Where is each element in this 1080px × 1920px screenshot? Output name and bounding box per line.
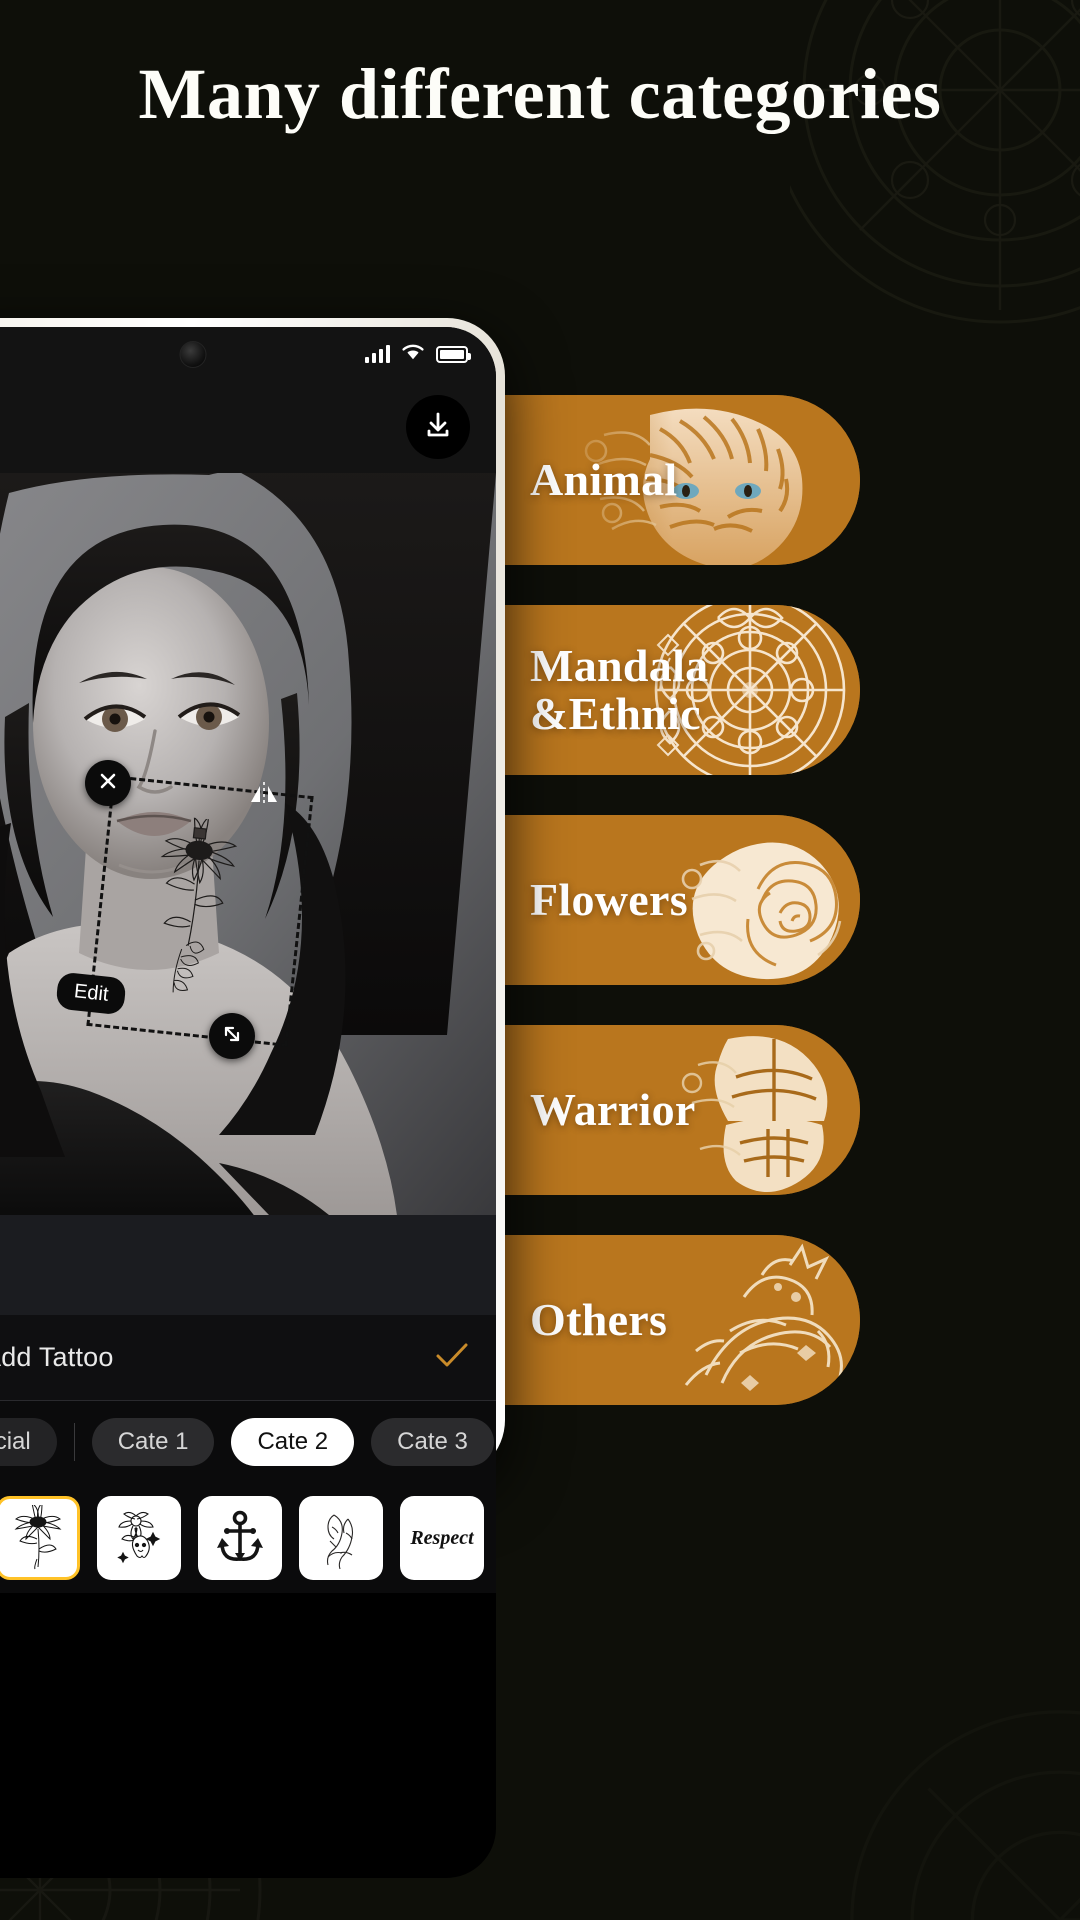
check-icon — [434, 1343, 470, 1374]
page-title: Many different categories — [138, 54, 942, 134]
signal-bars-icon — [365, 345, 390, 363]
chip-special[interactable]: Special — [0, 1418, 57, 1466]
thumb-text: Respect — [410, 1527, 474, 1549]
status-bar: 7:30 — [0, 327, 496, 381]
chip-cate-3[interactable]: Cate 3 — [371, 1418, 494, 1466]
download-icon — [422, 409, 454, 446]
status-bar-icons — [365, 343, 471, 366]
phone-mockup: 7:30 — [0, 318, 505, 1878]
edit-tattoo-button[interactable]: Edit — [55, 971, 128, 1016]
confirm-button[interactable] — [434, 1340, 470, 1375]
tattoo-thumbnail-row[interactable]: Respect Never Forget. — [0, 1483, 496, 1593]
category-label: Animal — [530, 453, 678, 505]
add-tattoo-label: Add Tattoo — [0, 1342, 114, 1372]
resize-diagonal-icon — [220, 1022, 244, 1051]
promo-screenshot: Many different categories Animal Mandala… — [0, 0, 1080, 1920]
thumb-daisy-flower-tattoo[interactable] — [0, 1496, 80, 1580]
wifi-icon — [401, 343, 425, 366]
phone-screen: 7:30 — [0, 327, 496, 1878]
category-label: Flowers — [530, 873, 688, 925]
battery-full-icon — [436, 345, 471, 363]
photo-canvas[interactable]: Edit — [0, 473, 496, 1215]
add-tattoo-bar: Add Tattoo — [0, 1315, 496, 1401]
chip-label: Special — [0, 1428, 31, 1455]
flip-horizontal-icon[interactable] — [247, 780, 281, 813]
chip-divider — [73, 1423, 75, 1461]
camera-punch-hole — [179, 341, 206, 368]
category-label: Others — [530, 1293, 668, 1345]
mandala-decoration-bottom-right — [830, 1690, 1080, 1920]
category-label: Mandala &Ethnic — [530, 639, 709, 739]
chip-cate-1[interactable]: Cate 1 — [91, 1418, 215, 1466]
category-chip-row[interactable]: Special Cate 1 Cate 2 Cate 3 C — [0, 1401, 496, 1483]
download-button[interactable] — [406, 395, 470, 459]
editor-navbar — [0, 381, 496, 473]
category-label: Warrior — [530, 1083, 696, 1135]
thumb-respect-script-tattoo[interactable]: Respect — [400, 1496, 484, 1580]
editor-dark-panel — [0, 1215, 496, 1315]
delete-tattoo-handle[interactable] — [85, 760, 131, 806]
close-x-icon — [97, 770, 119, 797]
thumb-flower-ghost-tattoo[interactable] — [97, 1496, 181, 1580]
resize-tattoo-handle[interactable] — [209, 1013, 255, 1059]
thumb-koi-fish-tattoo[interactable] — [299, 1496, 383, 1580]
chip-cate-2[interactable]: Cate 2 — [231, 1418, 355, 1466]
thumb-anchor-tattoo[interactable] — [198, 1496, 282, 1580]
